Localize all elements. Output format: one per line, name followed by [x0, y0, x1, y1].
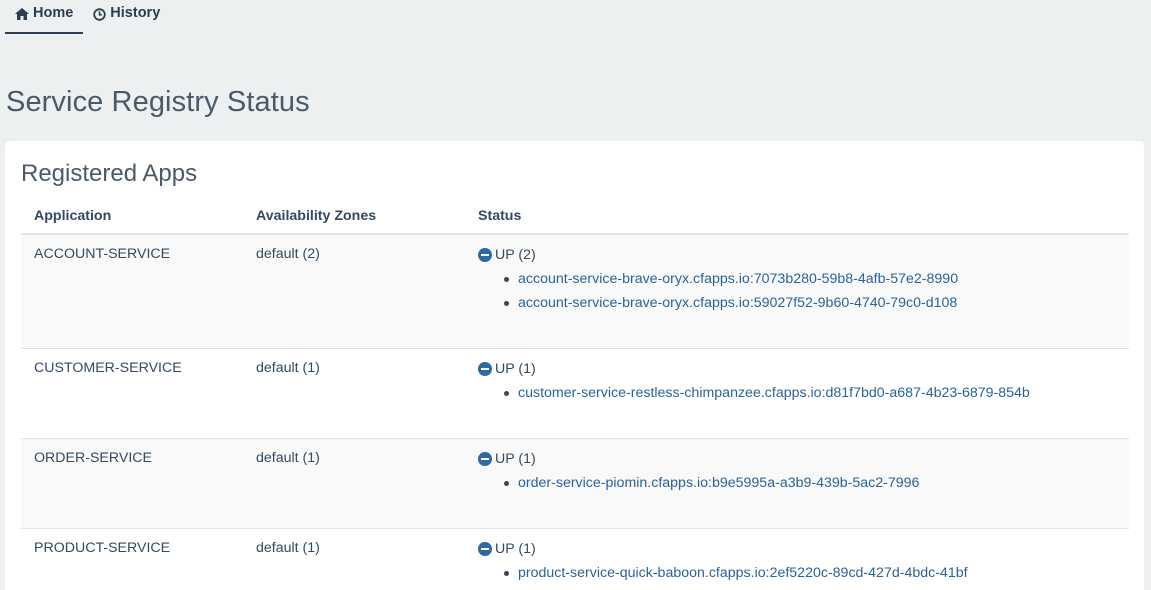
tab-home[interactable]: Home	[5, 0, 84, 34]
list-item: account-service-brave-oryx.cfapps.io:707…	[478, 270, 1116, 294]
minus-circle-icon	[478, 361, 492, 376]
table-header-row: Application Availability Zones Status	[21, 198, 1129, 235]
top-nav: Home History	[5, 0, 170, 34]
list-item: order-service-piomin.cfapps.io:b9e5995a-…	[478, 474, 1116, 498]
instance-list: order-service-piomin.cfapps.io:b9e5995a-…	[478, 474, 1116, 498]
app-zones: default (1)	[243, 347, 465, 438]
minus-circle-icon	[478, 541, 492, 556]
instance-link[interactable]: order-service-piomin.cfapps.io:b9e5995a-…	[518, 475, 919, 491]
tab-history[interactable]: History	[83, 0, 170, 34]
app-status-cell: UP (1) product-service-quick-baboon.cfap…	[465, 527, 1129, 590]
table-row: PRODUCT-SERVICE default (1) UP (1) produ…	[21, 527, 1129, 590]
tab-home-label: Home	[33, 5, 74, 21]
status-line: UP (2)	[478, 246, 1116, 264]
status-label: UP (1)	[495, 450, 536, 467]
minus-circle-icon	[478, 451, 492, 466]
status-label: UP (2)	[495, 247, 536, 263]
instance-link[interactable]: product-service-quick-baboon.cfapps.io:2…	[518, 565, 968, 581]
status-label: UP (1)	[495, 360, 536, 377]
app-name: ORDER-SERVICE	[21, 437, 243, 528]
app-name: CUSTOMER-SERVICE	[21, 347, 243, 438]
status-line: UP (1)	[478, 540, 1116, 558]
registered-apps-panel: Registered Apps Application Availability…	[5, 141, 1144, 590]
app-name: ACCOUNT-SERVICE	[21, 233, 243, 348]
clock-icon	[93, 8, 106, 21]
instance-list: account-service-brave-oryx.cfapps.io:707…	[478, 270, 1116, 318]
list-item: customer-service-restless-chimpanzee.cfa…	[478, 384, 1116, 408]
header-availability-zones: Availability Zones	[243, 198, 465, 235]
app-status-cell: UP (2) account-service-brave-oryx.cfapps…	[465, 233, 1129, 348]
table-row: CUSTOMER-SERVICE default (1) UP (1) cust…	[21, 347, 1129, 438]
app-zones: default (2)	[243, 233, 465, 348]
table-row: ORDER-SERVICE default (1) UP (1) order-s…	[21, 437, 1129, 528]
app-name: PRODUCT-SERVICE	[21, 527, 243, 590]
status-line: UP (1)	[478, 360, 1116, 378]
minus-circle-icon	[478, 248, 492, 262]
page-title: Service Registry Status	[6, 86, 310, 118]
instance-link[interactable]: account-service-brave-oryx.cfapps.io:590…	[518, 295, 957, 311]
app-zones: default (1)	[243, 527, 465, 590]
list-item: account-service-brave-oryx.cfapps.io:590…	[478, 294, 1116, 318]
header-application: Application	[21, 198, 243, 235]
status-line: UP (1)	[478, 450, 1116, 468]
app-zones: default (1)	[243, 437, 465, 528]
instance-link[interactable]: account-service-brave-oryx.cfapps.io:707…	[518, 271, 958, 287]
app-status-cell: UP (1) customer-service-restless-chimpan…	[465, 347, 1129, 438]
home-icon	[15, 8, 29, 20]
registered-apps-title: Registered Apps	[21, 160, 198, 187]
header-status: Status	[465, 198, 1129, 235]
tab-history-label: History	[110, 5, 161, 21]
instance-link[interactable]: customer-service-restless-chimpanzee.cfa…	[518, 385, 1030, 401]
registered-apps-table: Application Availability Zones Status AC…	[21, 198, 1129, 590]
instance-list: customer-service-restless-chimpanzee.cfa…	[478, 384, 1116, 408]
status-label: UP (1)	[495, 540, 536, 557]
app-status-cell: UP (1) order-service-piomin.cfapps.io:b9…	[465, 437, 1129, 528]
instance-list: product-service-quick-baboon.cfapps.io:2…	[478, 564, 1116, 588]
table-row: ACCOUNT-SERVICE default (2) UP (2) accou…	[21, 233, 1129, 348]
list-item: product-service-quick-baboon.cfapps.io:2…	[478, 564, 1116, 588]
